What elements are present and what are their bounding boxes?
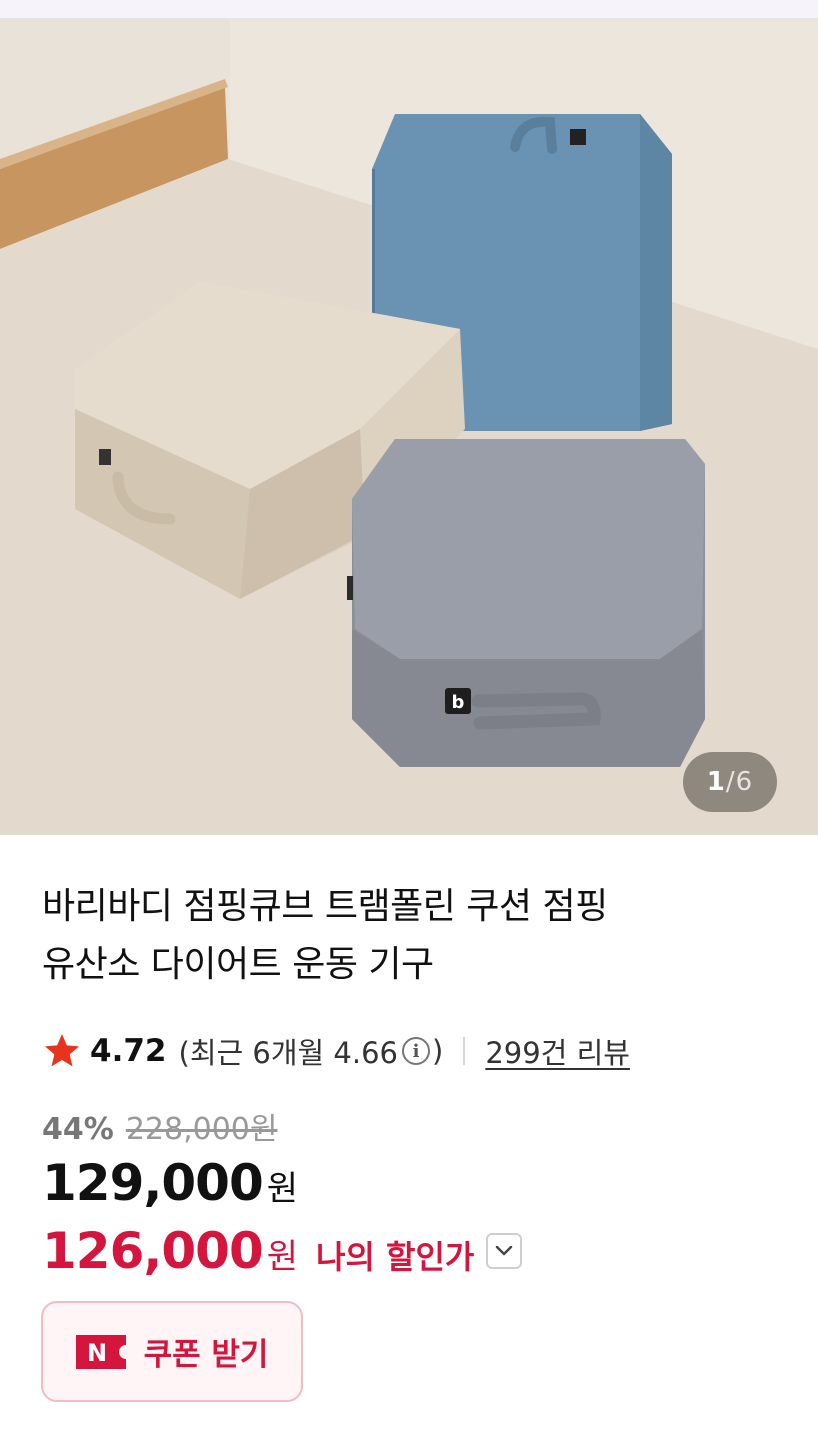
sale-price-number: 129,000 bbox=[42, 1154, 264, 1212]
info-icon[interactable]: i bbox=[402, 1037, 430, 1065]
coupon-button[interactable]: N 쿠폰 받기 bbox=[41, 1301, 303, 1402]
status-bar-strip bbox=[0, 0, 818, 19]
product-image: b bbox=[0, 19, 818, 835]
sale-price: 129,000 원 bbox=[42, 1154, 298, 1212]
chevron-down-icon bbox=[496, 1245, 513, 1256]
recent-rating-text: (최근 6개월 4.66 bbox=[178, 1036, 399, 1070]
my-price-label: 나의 할인가 bbox=[316, 1238, 475, 1276]
recent-rating: (최근 6개월 4.66 i ) bbox=[179, 1030, 444, 1072]
my-price-number: 126,000 bbox=[42, 1222, 264, 1280]
reviews-link[interactable]: 299건 리뷰 bbox=[485, 1030, 630, 1072]
image-counter: 1 / 6 bbox=[683, 752, 777, 812]
expand-button[interactable] bbox=[486, 1233, 523, 1269]
naver-coupon-icon: N bbox=[75, 1334, 126, 1369]
image-index-total: 6 bbox=[735, 767, 754, 797]
rating-row: 4.72 (최근 6개월 4.66 i ) 299건 리뷰 bbox=[42, 1028, 630, 1074]
recent-rating-close: ) bbox=[432, 1034, 444, 1068]
svg-text:b: b bbox=[452, 692, 465, 713]
coupon-label: 쿠폰 받기 bbox=[143, 1337, 269, 1373]
divider bbox=[463, 1037, 466, 1065]
content-cutoff bbox=[42, 1428, 242, 1440]
product-title-line1: 바리바디 점핑큐브 트램폴린 쿠션 점핑 bbox=[42, 886, 608, 927]
star-icon bbox=[45, 1034, 79, 1067]
product-image-gallery[interactable]: b 1 / 6 bbox=[0, 19, 818, 835]
product-title-line2: 유산소 다이어트 운동 기구 bbox=[42, 944, 434, 985]
coupon-icon-letter: N bbox=[87, 1339, 107, 1367]
sale-price-unit: 원 bbox=[266, 1169, 299, 1209]
original-price: 228,000원 bbox=[125, 1112, 278, 1147]
rating-score: 4.72 bbox=[90, 1033, 167, 1069]
image-index-separator: / bbox=[725, 767, 736, 797]
discount-row: 44% 228,000원 bbox=[42, 1104, 277, 1148]
my-discount-price[interactable]: 126,000 원 나의 할인가 bbox=[42, 1222, 523, 1280]
product-title: 바리바디 점핑큐브 트램폴린 쿠션 점핑 유산소 다이어트 운동 기구 bbox=[42, 878, 762, 994]
image-index-current: 1 bbox=[706, 767, 726, 797]
my-price-unit: 원 bbox=[266, 1237, 299, 1277]
discount-rate: 44% bbox=[42, 1112, 114, 1147]
